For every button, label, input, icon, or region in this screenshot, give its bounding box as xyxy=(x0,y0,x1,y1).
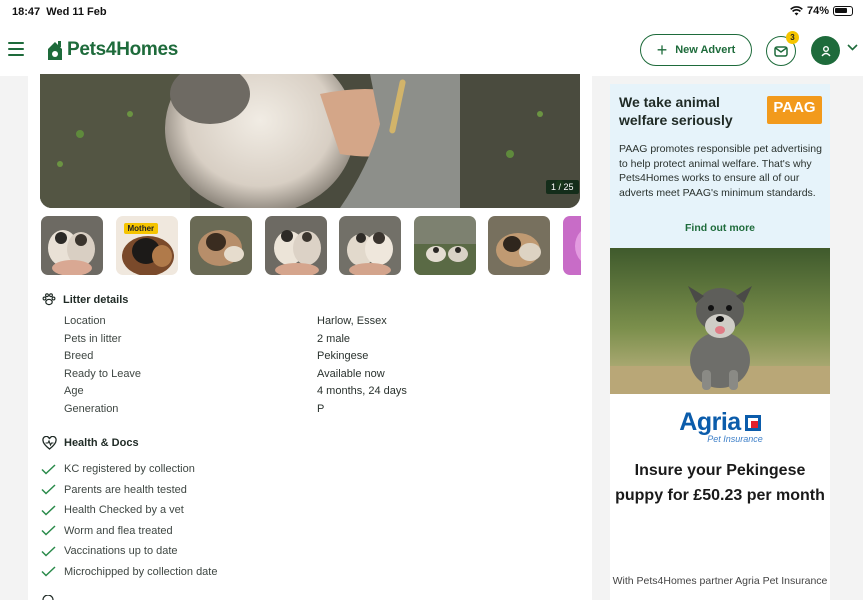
new-advert-button[interactable]: + New Advert xyxy=(640,34,752,66)
ad-headline: Insure your Pekingese puppy for £50.23 p… xyxy=(615,462,825,504)
detail-label: Breed xyxy=(64,350,94,363)
wifi-icon xyxy=(790,6,803,16)
health-item-label: Parents are health tested xyxy=(64,483,187,496)
check-icon xyxy=(41,464,56,475)
photo-thumbnail[interactable] xyxy=(488,216,550,275)
detail-value: P xyxy=(317,402,325,415)
photo-thumbnail[interactable] xyxy=(41,216,103,275)
status-time: 18:47 Wed 11 Feb xyxy=(12,6,107,18)
litter-details-title: Litter details xyxy=(63,293,129,306)
check-icon xyxy=(41,505,56,516)
health-item-label: Health Checked by a vet xyxy=(64,504,184,517)
paag-title: We take animal welfare seriously xyxy=(619,94,733,128)
new-advert-label: New Advert xyxy=(675,44,736,56)
agria-square-logo-icon xyxy=(744,414,761,431)
detail-value: Available now xyxy=(317,367,385,380)
detail-value: Harlow, Essex xyxy=(317,315,387,327)
health-docs-list: KC registered by collection Parents are … xyxy=(41,459,561,582)
health-docs-title: Health & Docs xyxy=(64,437,139,449)
photo-thumbnail[interactable] xyxy=(264,216,327,275)
check-icon xyxy=(41,546,56,557)
detail-label: Age xyxy=(64,385,84,398)
heart-pulse-icon xyxy=(42,436,57,450)
schnauzer-puppy-photo xyxy=(610,248,830,394)
paag-welfare-panel: We take animal welfare seriously PAAG PA… xyxy=(610,84,830,248)
listing-main-photo[interactable]: 1 / 25 xyxy=(40,74,580,208)
health-item: Health Checked by a vet xyxy=(41,500,561,521)
account-avatar-button[interactable] xyxy=(811,36,840,65)
find-out-more-link[interactable]: Find out more xyxy=(610,222,830,234)
paag-logo: PAAG xyxy=(767,96,822,124)
battery-icon xyxy=(833,6,853,16)
health-item: Parents are health tested xyxy=(41,480,561,501)
health-item: Vaccinations up to date xyxy=(41,541,561,562)
photo-thumbnail[interactable] xyxy=(562,216,581,275)
detail-row: Location Harlow, Essex xyxy=(64,315,564,333)
agria-logo: Agria Pet Insurance xyxy=(610,408,830,444)
check-icon xyxy=(41,566,56,577)
check-icon xyxy=(41,525,56,536)
litter-details-heading: Litter details xyxy=(42,293,128,306)
detail-value: Pekingese xyxy=(317,350,369,363)
user-icon xyxy=(820,45,831,56)
health-item: Worm and flea treated xyxy=(41,521,561,542)
photo-thumbnail[interactable] xyxy=(413,216,476,275)
litter-details-list: Location Harlow, Essex Pets in litter 2 ma… xyxy=(64,315,564,421)
check-icon xyxy=(41,484,56,495)
detail-row: Breed Pekingese xyxy=(64,350,564,368)
detail-label: Ready to Leave xyxy=(64,367,142,380)
site-header: Pets4Homes + New Advert 3 xyxy=(0,24,863,76)
house-paw-logo-icon xyxy=(48,41,62,60)
detail-label: Location xyxy=(64,315,106,327)
health-item-label: Vaccinations up to date xyxy=(64,545,178,558)
plus-icon: + xyxy=(656,40,668,60)
status-bar: 18:47 Wed 11 Feb 74% xyxy=(0,0,863,24)
mother-tag: Mother xyxy=(123,223,159,234)
ad-partner-text: With Pets4Homes partner Agria Pet Insura… xyxy=(612,575,828,587)
battery-percent: 74% xyxy=(806,5,829,17)
paw-icon xyxy=(42,293,56,306)
brand-logo[interactable]: Pets4Homes xyxy=(46,39,178,61)
detail-row: Generation P xyxy=(64,403,564,421)
mail-icon xyxy=(774,45,788,57)
photo-thumbnail[interactable] xyxy=(339,216,401,275)
health-item: KC registered by collection xyxy=(41,459,561,480)
photo-thumbnail-strip: Mother xyxy=(41,216,581,276)
paag-description: PAAG promotes responsible pet advertisin… xyxy=(619,143,822,200)
detail-row: Pets in litter 2 male xyxy=(64,333,564,351)
brand-name: Pets4Homes xyxy=(67,39,179,60)
clock-icon xyxy=(42,595,54,600)
health-docs-heading: Health & Docs xyxy=(42,436,139,450)
detail-label: Pets in litter xyxy=(64,332,122,345)
detail-label: Generation xyxy=(64,402,119,415)
messages-count-badge: 3 xyxy=(786,31,799,44)
agria-brand: Agria xyxy=(679,408,741,436)
chevron-down-icon[interactable] xyxy=(847,44,858,51)
photo-thumbnail-mother[interactable]: Mother xyxy=(115,216,178,275)
puppy-photo-image xyxy=(40,74,580,208)
listing-card: 1 / 25 Mother Litter details Location Ha… xyxy=(28,74,592,600)
agria-subtitle: Pet Insurance xyxy=(707,434,763,444)
status-right: 74% xyxy=(790,5,853,17)
detail-value: 4 months, 24 days xyxy=(317,385,407,398)
photo-counter: 1 / 25 xyxy=(546,180,579,194)
agria-insurance-ad[interactable]: Agria Pet Insurance Insure your Pekinges… xyxy=(610,248,830,600)
health-item-label: KC registered by collection xyxy=(64,463,195,476)
menu-icon[interactable] xyxy=(8,42,24,56)
health-item-label: Worm and flea treated xyxy=(64,524,173,537)
detail-value: 2 male xyxy=(317,332,351,345)
detail-row: Ready to Leave Available now xyxy=(64,368,564,386)
detail-row: Age 4 months, 24 days xyxy=(64,385,564,403)
health-item: Microchipped by collection date xyxy=(41,562,561,583)
health-item-label: Microchipped by collection date xyxy=(64,565,218,578)
photo-thumbnail[interactable] xyxy=(190,216,252,275)
